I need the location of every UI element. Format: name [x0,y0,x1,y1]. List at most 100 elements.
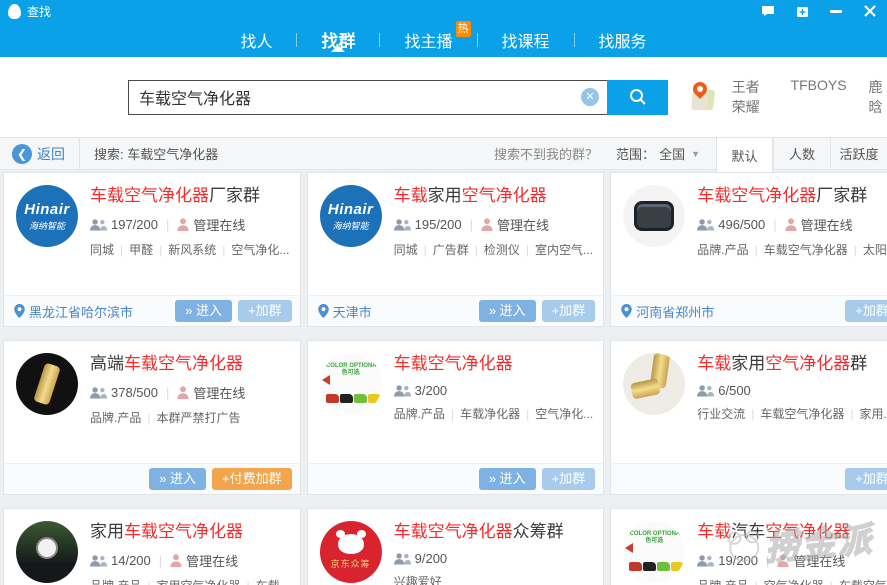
enter-group-button[interactable]: » 进入 [479,300,536,322]
main-nav: 找人 找群 找主播热 找课程 找服务 [0,22,887,57]
tag-separator: | [475,243,478,257]
admin-status: 管理在线 [193,215,245,234]
group-location[interactable]: 天津市 [318,302,372,321]
group-tags: 品牌.产品|车载净化器|空气净化... [394,405,594,422]
group-avatar[interactable]: 4 COLOR OPTIONAL色可选 [623,521,685,583]
card-footer: 河南省郑州市 +加群 [611,295,887,326]
join-group-button[interactable]: +加群 [542,468,596,490]
nav-separator [477,33,478,47]
skin-box-icon[interactable] [793,3,811,19]
hot-keyword[interactable]: 鹿晗 [869,77,887,117]
enter-group-button[interactable]: » 进入 [175,300,232,322]
admin-status: 管理在线 [801,215,853,234]
group-meta: 19/200 | 管理在线 [697,551,887,570]
group-title[interactable]: 车载空气净化器众筹群 [394,521,594,543]
close-button[interactable] [861,3,879,19]
nav-tab-1[interactable]: 找人 [238,28,274,52]
cant-find-group-link[interactable]: 搜索不到我的群？ [494,138,598,169]
group-location[interactable]: 黑龙江省哈尔滨市 [14,302,133,321]
group-avatar[interactable] [16,521,78,583]
group-meta: 6/500 [697,383,887,398]
group-avatar[interactable] [623,185,685,247]
nav-separator [574,33,575,47]
hot-keywords: 王者荣耀 TFBOYS 鹿晗 [732,77,887,117]
title-part: 空气净化器 [765,354,850,373]
enter-group-button[interactable]: » 进入 [149,468,206,490]
title-part: 车载 [697,522,731,541]
group-tag: 同城 [90,243,114,257]
nav-tab-4[interactable]: 找课程 [500,28,552,52]
group-avatar[interactable]: Hinair海纳智能 [16,185,78,247]
group-card[interactable]: 车载空气净化器厂家群 496/500 | 管理在线 品牌.产品|车载空气净化器|… [610,172,887,327]
join-group-button[interactable]: +加群 [238,300,292,322]
hot-keyword[interactable]: 王者荣耀 [732,77,769,117]
group-card[interactable]: 4 COLOR OPTIONAL色可选 车载空气净化器 3/200 品牌.产品|… [307,340,605,495]
minimize-button[interactable] [827,3,845,19]
enter-group-button[interactable]: » 进入 [479,468,536,490]
group-title[interactable]: 高端车载空气净化器 [90,353,290,375]
title-part: 车载空气净化器 [697,186,816,205]
group-card[interactable]: 4 COLOR OPTIONAL色可选 车载汽车空气净化器 19/200 | 管… [610,508,887,585]
title-part: 众筹群 [513,522,564,541]
group-title[interactable]: 家用车载空气净化器 [90,521,290,543]
tag-separator: | [147,579,150,585]
back-arrow-icon: ❮ [12,144,32,164]
group-tag: 行业交流 [697,407,745,421]
nav-tab-5[interactable]: 找服务 [597,28,649,52]
group-meta: 195/200 | 管理在线 [394,215,594,234]
group-card[interactable]: 车载家用空气净化器群 6/500 行业交流|车载空气净化器|家用... +加群 [610,340,887,495]
group-title[interactable]: 车载空气净化器厂家群 [697,185,887,207]
group-tags: 品牌.产品|车载空气净化器|太阳... [697,241,887,258]
nav-tab-2[interactable]: 找群 [319,27,357,52]
group-tag: 车载净化器 [460,407,520,421]
title-part: 车载空气净化器 [124,522,243,541]
search-button[interactable] [607,80,668,115]
group-meta: 197/200 | 管理在线 [90,215,290,234]
group-avatar[interactable] [623,353,685,415]
tag-separator: | [246,579,249,585]
group-title[interactable]: 车载家用空气净化器 [394,185,594,207]
group-card[interactable]: 家用车载空气净化器 14/200 | 管理在线 品牌.产品|家用空气净化器|车载… [3,508,301,585]
admin-status: 管理在线 [186,551,238,570]
members-icon [394,384,411,397]
nav-tab-3[interactable]: 找主播热 [402,28,454,52]
search-input-wrap: ✕ [128,80,607,115]
location-pin-icon [14,304,25,318]
feedback-icon[interactable] [759,3,777,19]
group-card[interactable]: Hinair海纳智能 车载空气净化器厂家群 197/200 | 管理在线 同城|… [3,172,301,327]
group-tag: 品牌.产品 [697,243,748,257]
clear-search-icon[interactable]: ✕ [581,88,599,106]
group-title[interactable]: 车载空气净化器 [394,353,594,375]
join-group-button[interactable]: +加群 [845,468,887,490]
group-card[interactable]: 高端车载空气净化器 378/500 | 管理在线 品牌.产品|本群严禁打广告 »… [3,340,301,495]
admin-icon [170,554,182,567]
group-title[interactable]: 车载汽车空气净化器 [697,521,887,543]
group-avatar[interactable]: 4 COLOR OPTIONAL色可选 [320,353,382,415]
sort-tab-活跃度[interactable]: 活跃度 [830,138,887,169]
group-avatar[interactable]: Hinair海纳智能 [320,185,382,247]
group-card[interactable]: 京东众筹 车载空气净化器众筹群 9/200 兴趣爱好 » 进入 + [307,508,605,585]
group-title[interactable]: 车载家用空气净化器群 [697,353,887,375]
sort-tab-默认[interactable]: 默认 [716,138,773,172]
search-input[interactable] [129,81,581,114]
nearby-map-icon[interactable] [690,82,714,112]
title-part: 车载 [394,186,428,205]
group-avatar[interactable]: 京东众筹 [320,521,382,583]
nav-separator [379,33,380,47]
join-group-button[interactable]: +加群 [542,300,596,322]
group-title[interactable]: 车载空气净化器厂家群 [90,185,290,207]
group-avatar[interactable] [16,353,78,415]
join-group-button[interactable]: +付费加群 [212,468,292,490]
scope-selector[interactable]: 范围： 全国 ▼ [616,138,700,169]
hot-keyword[interactable]: TFBOYS [791,77,847,117]
member-count: 496/500 [718,217,765,232]
meta-separator: | [766,553,769,568]
sort-tab-人数[interactable]: 人数 [773,138,830,169]
join-group-button[interactable]: +加群 [845,300,887,322]
group-card[interactable]: Hinair海纳智能 车载家用空气净化器 195/200 | 管理在线 同城|广… [307,172,605,327]
group-meta: 9/200 [394,551,594,566]
group-location[interactable]: 河南省郑州市 [621,302,714,321]
back-button[interactable]: ❮ 返回 [0,138,80,169]
group-tag: 检测仪 [484,243,520,257]
group-tag: 品牌.产品 [394,407,445,421]
